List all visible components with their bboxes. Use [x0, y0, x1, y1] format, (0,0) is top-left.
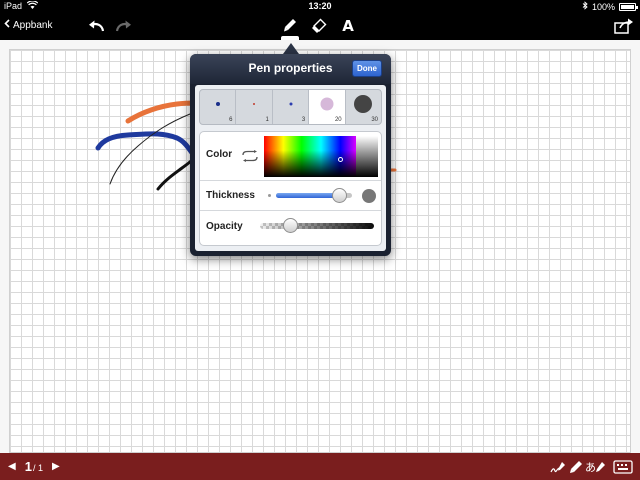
total-pages: / 1: [32, 463, 43, 473]
size-preview-dot: [354, 95, 373, 114]
pen-size-option[interactable]: 30: [346, 90, 381, 124]
thickness-label: Thickness: [206, 190, 255, 201]
text-tool-icon[interactable]: A: [338, 17, 358, 35]
size-preview-dot: [215, 102, 220, 107]
size-preview-dot: [289, 102, 293, 106]
clock: 13:20: [308, 1, 332, 11]
keyboard-icon[interactable]: [612, 459, 634, 475]
text-tool-label: A: [342, 17, 354, 35]
page-navigator: ◀ 1/ 1 ▶: [8, 459, 60, 474]
pen-size-option-selected[interactable]: 20: [309, 90, 346, 124]
previous-page-icon[interactable]: ◀: [8, 461, 16, 472]
pen-icon[interactable]: [567, 459, 585, 475]
pen-size-selector: 6 1 3 20 30: [199, 89, 382, 125]
grayscale-strip[interactable]: [356, 136, 378, 177]
size-label: 30: [371, 117, 379, 123]
bottom-bar: ◀ 1/ 1 ▶ あ: [0, 453, 640, 480]
pen-size-option[interactable]: 6: [200, 90, 237, 124]
thickness-slider-thumb[interactable]: [332, 188, 348, 203]
color-label: Color: [206, 149, 233, 160]
thickness-row: Thickness: [200, 181, 381, 211]
top-toolbar: Appbank A: [0, 13, 640, 40]
opacity-slider-thumb[interactable]: [283, 218, 299, 233]
share-icon[interactable]: [613, 17, 635, 35]
color-picker-cursor[interactable]: [338, 157, 343, 162]
black-stroke: [156, 159, 193, 191]
done-button[interactable]: Done: [352, 60, 382, 77]
color-row: Color: [200, 132, 381, 181]
opacity-row: Opacity: [200, 211, 381, 245]
pen-icon[interactable]: [280, 17, 300, 35]
eraser-icon[interactable]: [309, 17, 329, 35]
pen-properties-popover: Pen properties Done 6 1 3 20 30 Color Th…: [190, 54, 391, 256]
color-picker[interactable]: [264, 136, 378, 177]
redo-icon[interactable]: [114, 17, 134, 35]
pen-properties-list: Color Thickness Opacity: [199, 131, 382, 246]
opacity-slider[interactable]: [260, 223, 374, 229]
size-label: 20: [334, 117, 342, 123]
popover-body: 6 1 3 20 30 Color Thickness Opacity: [195, 85, 386, 251]
thin-black-stroke: [109, 113, 191, 185]
back-button-label: Appbank: [13, 19, 53, 31]
handwriting-icon[interactable]: [550, 459, 568, 475]
battery-icon: [619, 2, 638, 11]
swap-colors-icon[interactable]: [241, 149, 259, 162]
popover-arrow: [283, 43, 299, 54]
orange-stroke: [125, 100, 199, 124]
thick-size-icon: [362, 189, 376, 203]
pen-size-option[interactable]: 3: [273, 90, 310, 124]
next-page-icon[interactable]: ▶: [52, 461, 60, 472]
size-label: 3: [301, 117, 306, 123]
opacity-label: Opacity: [206, 221, 243, 232]
back-button[interactable]: Appbank: [4, 19, 52, 31]
pen-size-option[interactable]: 1: [236, 90, 273, 124]
battery-percent: 100%: [591, 1, 615, 12]
size-preview-dot: [320, 97, 334, 111]
thickness-slider-fill: [276, 193, 340, 198]
popover-header: Pen properties Done: [190, 54, 391, 84]
size-label: 1: [265, 117, 269, 123]
size-label: 6: [229, 117, 233, 123]
blue-stroke: [95, 131, 199, 161]
bluetooth-icon: [582, 1, 588, 12]
japanese-input-icon[interactable]: あ: [584, 459, 606, 475]
thin-size-icon: [268, 194, 271, 197]
status-bar: iPad 13:20 100%: [0, 0, 640, 13]
current-page: 1: [24, 459, 32, 474]
size-preview-dot: [253, 103, 256, 106]
undo-icon[interactable]: [86, 17, 106, 35]
chevron-left-icon: [4, 19, 10, 31]
